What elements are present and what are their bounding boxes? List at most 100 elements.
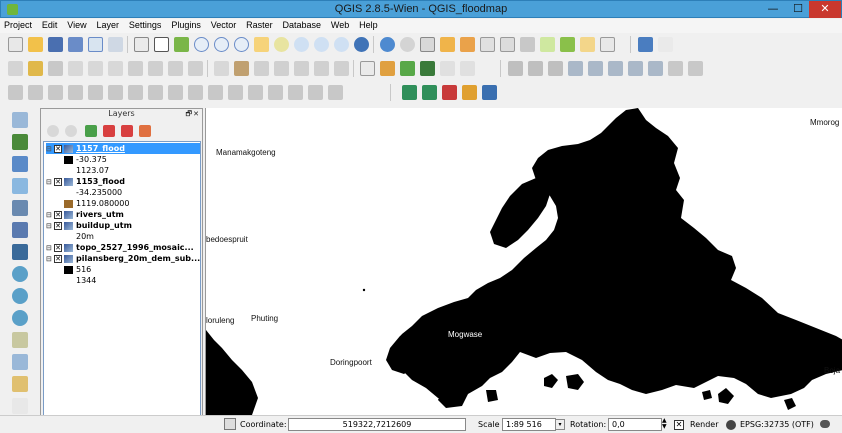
menu-web[interactable]: Web — [327, 19, 352, 30]
touch-icon[interactable] — [134, 37, 149, 52]
simplify-icon[interactable] — [28, 85, 43, 100]
new-shapefile-icon[interactable] — [12, 354, 28, 370]
layer-item[interactable]: ⊟ ✕ 1153_flood — [46, 176, 200, 187]
minimize-button[interactable]: — — [761, 1, 785, 18]
new-project-icon[interactable] — [8, 37, 23, 52]
current-edits-icon[interactable] — [8, 61, 23, 76]
menu-vector[interactable]: Vector — [207, 19, 240, 30]
menu-help[interactable]: Help — [355, 19, 381, 30]
field-calculator-icon[interactable] — [460, 37, 475, 52]
add-part-icon[interactable] — [68, 85, 83, 100]
menu-database[interactable]: Database — [279, 19, 325, 30]
legend-item[interactable]: 20m — [64, 231, 200, 242]
capture-icon[interactable] — [8, 85, 23, 100]
crs-status-button[interactable]: EPSG:32735 (OTF) — [740, 420, 814, 429]
new-spatialite-layer-icon[interactable] — [12, 376, 28, 392]
raster-contour-icon[interactable] — [648, 61, 663, 76]
pin-labels-icon[interactable] — [254, 61, 269, 76]
select-features-icon[interactable] — [420, 37, 435, 52]
messages-icon[interactable] — [820, 420, 830, 428]
split-parts-icon[interactable] — [208, 85, 223, 100]
zoom-out-icon[interactable] — [214, 37, 229, 52]
add-grid-icon[interactable] — [12, 398, 28, 414]
raster-calculator-icon[interactable] — [508, 61, 523, 76]
add-oracle-icon[interactable] — [12, 222, 28, 238]
add-wms-icon[interactable] — [440, 61, 455, 76]
rotate-feature-icon[interactable] — [288, 85, 303, 100]
raster-info-icon[interactable] — [668, 61, 683, 76]
add-raster-layer-icon[interactable] — [400, 61, 415, 76]
raster-translate-icon[interactable] — [588, 61, 603, 76]
raster-polygonize-icon[interactable] — [628, 61, 643, 76]
add-ring-icon[interactable] — [48, 85, 63, 100]
add-delimited-layer-icon[interactable] — [12, 332, 28, 348]
layer-item[interactable]: ⊟ ✕ topo_2527_1996_mosaic... — [46, 242, 200, 253]
zoom-last-icon[interactable] — [314, 37, 329, 52]
add-db2-icon[interactable] — [12, 244, 28, 260]
delete-part-icon[interactable] — [128, 85, 143, 100]
save-edits-icon[interactable] — [48, 61, 63, 76]
pan-map-icon[interactable] — [154, 37, 169, 52]
menu-layer[interactable]: Layer — [93, 19, 123, 30]
split-features-icon[interactable] — [188, 85, 203, 100]
whats-this-icon[interactable] — [658, 37, 673, 52]
add-delimited-text-icon[interactable] — [360, 61, 375, 76]
add-vector-layer-icon[interactable] — [380, 61, 395, 76]
rotate-point-icon[interactable] — [268, 85, 283, 100]
map-canvas[interactable]: Manamakgoteng Mmorog bedoespruit lorulen… — [205, 108, 842, 415]
plugin-home-icon[interactable] — [442, 85, 457, 100]
toggle-editing-icon[interactable] — [28, 61, 43, 76]
merge-attributes-icon[interactable] — [248, 85, 263, 100]
deselect-icon[interactable] — [440, 37, 455, 52]
add-spatialite-icon[interactable] — [420, 61, 435, 76]
add-wcs-layer-icon[interactable] — [12, 288, 28, 304]
legend-item[interactable]: -30.375 — [64, 154, 200, 165]
move-label-icon[interactable] — [294, 61, 309, 76]
add-feature-icon[interactable] — [68, 61, 83, 76]
raster-merge-icon[interactable] — [548, 61, 563, 76]
zoom-in-icon[interactable] — [194, 37, 209, 52]
add-mssql-icon[interactable] — [12, 200, 28, 216]
add-vector-icon[interactable] — [12, 112, 28, 128]
coordinate-toggle-icon[interactable] — [224, 418, 236, 430]
delete-ring-icon[interactable] — [108, 85, 123, 100]
remove-layer-icon[interactable] — [139, 125, 151, 137]
scale-dropdown-icon[interactable]: ▾ — [555, 419, 565, 430]
layer-visibility-checkbox[interactable]: ✕ — [54, 144, 62, 153]
statistics-icon[interactable] — [500, 37, 515, 52]
help-icon[interactable] — [638, 37, 653, 52]
legend-item[interactable]: -34.235000 — [64, 187, 200, 198]
rotate-label-icon[interactable] — [314, 61, 329, 76]
legend-item[interactable]: 1119.080000 — [64, 198, 200, 209]
expand-toggle-icon[interactable]: ⊟ — [46, 144, 54, 155]
add-spatialite-layer-icon[interactable] — [12, 178, 28, 194]
fill-ring-icon[interactable] — [88, 85, 103, 100]
filter-icon[interactable] — [85, 125, 97, 137]
add-wfs-layer-icon[interactable] — [12, 310, 28, 326]
identify-dropdown-icon[interactable] — [400, 37, 415, 52]
add-postgis-icon[interactable] — [12, 156, 28, 172]
open-project-icon[interactable] — [28, 37, 43, 52]
collapse-all-icon[interactable] — [121, 125, 133, 137]
refresh-icon[interactable] — [354, 37, 369, 52]
rotation-field[interactable]: 0,0 — [608, 418, 662, 431]
layer-item[interactable]: ⊟ ✕ 1157_flood — [46, 143, 200, 154]
expand-toggle-icon[interactable]: ⊟ — [46, 221, 54, 232]
layer-item[interactable]: ⊟ ✕ buildup_utm — [46, 220, 200, 231]
offset-curve-icon[interactable] — [168, 85, 183, 100]
cut-features-icon[interactable] — [148, 61, 163, 76]
plugin-python-icon[interactable] — [482, 85, 497, 100]
expand-toggle-icon[interactable]: ⊟ — [46, 254, 54, 265]
layer-visibility-checkbox[interactable]: ✕ — [54, 254, 62, 263]
paste-features-icon[interactable] — [188, 61, 203, 76]
maximize-button[interactable]: ☐ — [786, 1, 810, 18]
plugin-runner-icon[interactable] — [462, 85, 477, 100]
layer-visibility-checkbox[interactable]: ✕ — [54, 243, 62, 252]
pan-to-selection-icon[interactable] — [174, 37, 189, 52]
layer-item[interactable]: ⊟ ✕ rivers_utm — [46, 209, 200, 220]
new-print-composer-icon[interactable] — [88, 37, 103, 52]
render-checkbox[interactable]: ✕ — [674, 420, 684, 430]
attribute-table-icon[interactable] — [480, 37, 495, 52]
delete-selected-icon[interactable] — [128, 61, 143, 76]
snapping-icon[interactable] — [328, 85, 343, 100]
